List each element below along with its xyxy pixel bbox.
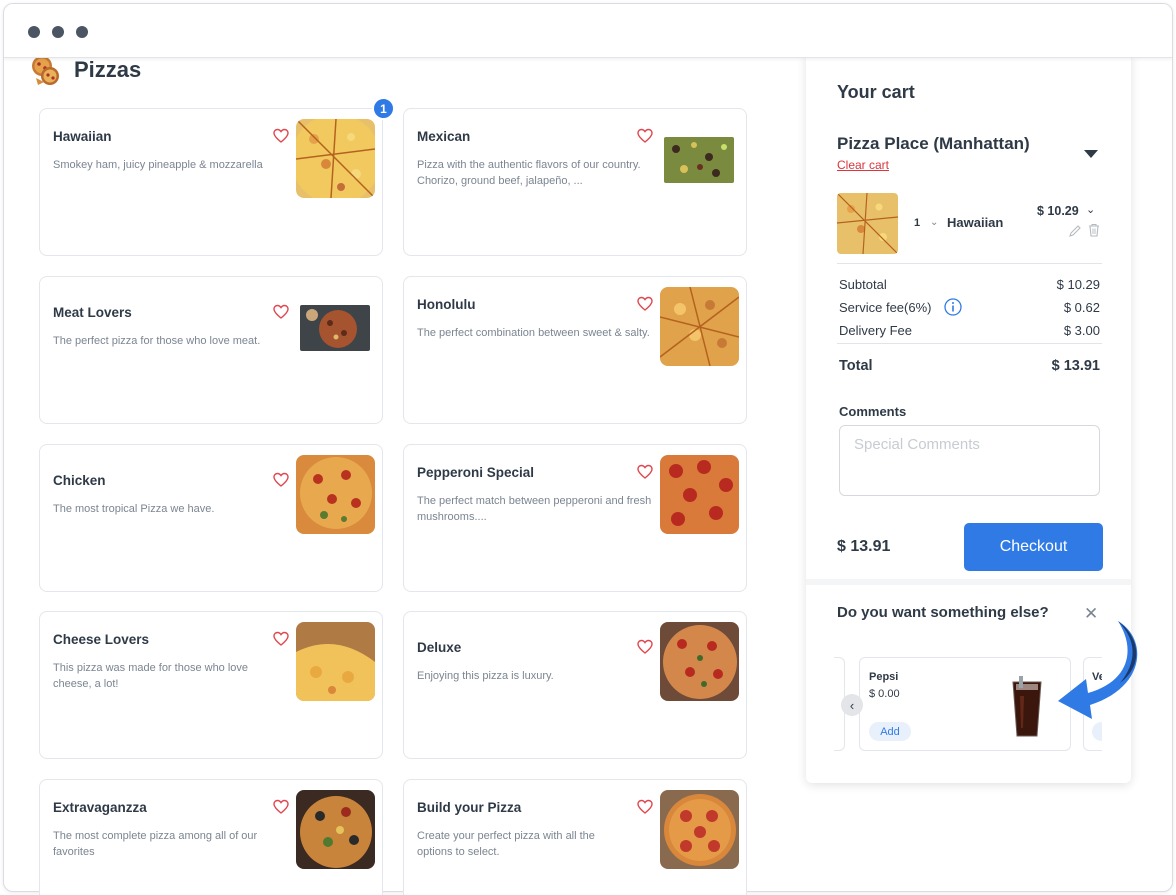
menu-item-description: This pizza was made for those who love c… xyxy=(53,662,249,690)
footer-total: $ 13.91 xyxy=(837,538,891,555)
section-separator xyxy=(806,579,1131,585)
menu-item-name: Extravaganzza xyxy=(53,800,147,815)
favorite-heart-icon[interactable] xyxy=(273,631,289,647)
cart-item-image xyxy=(837,193,898,254)
chevron-left-icon[interactable]: ‹ xyxy=(841,694,863,716)
total-value: $ 13.91 xyxy=(1051,358,1100,374)
favorite-heart-icon[interactable] xyxy=(637,799,653,815)
pizza-image xyxy=(300,305,370,351)
upsell-card-pepsi[interactable]: Pepsi $ 0.00 Add xyxy=(859,657,1071,751)
favorite-heart-icon[interactable] xyxy=(637,639,653,655)
add-button[interactable]: Add xyxy=(869,722,911,741)
subtotal-label: Subtotal xyxy=(839,277,887,292)
pizza-image xyxy=(296,790,375,869)
clear-cart-link[interactable]: Clear cart xyxy=(837,158,889,172)
menu-card-mexican[interactable]: Mexican Pizza with the authentic flavors… xyxy=(403,108,747,256)
upsell-title: Do you want something else? xyxy=(837,604,1049,621)
restaurant-name: Pizza Place (Manhattan) xyxy=(837,134,1030,153)
favorite-heart-icon[interactable] xyxy=(637,464,653,480)
menu-item-description: The perfect match between pepperoni and … xyxy=(417,495,652,523)
menu-item-description: The perfect pizza for those who love mea… xyxy=(53,335,261,347)
menu-item-description: Pizza with the authentic flavors of our … xyxy=(417,159,641,187)
soda-glass-image xyxy=(1012,676,1042,737)
total-label: Total xyxy=(839,358,873,374)
subtotal-value: $ 10.29 xyxy=(1056,277,1100,292)
menu-item-description: The perfect combination between sweet & … xyxy=(417,327,650,339)
window-control-dot[interactable] xyxy=(52,26,64,38)
menu-item-name: Chicken xyxy=(53,473,106,488)
favorite-heart-icon[interactable] xyxy=(273,128,289,144)
trash-icon[interactable] xyxy=(1088,223,1100,237)
menu-item-name: Mexican xyxy=(417,129,471,144)
menu-item-name: Build your Pizza xyxy=(417,800,522,815)
cart-title: Your cart xyxy=(837,82,915,102)
menu-item-name: Honolulu xyxy=(417,297,476,312)
favorite-heart-icon[interactable] xyxy=(637,128,653,144)
caret-down-icon[interactable] xyxy=(1084,150,1098,158)
pizza-image xyxy=(664,137,734,183)
favorite-heart-icon[interactable] xyxy=(273,799,289,815)
pizza-image xyxy=(296,622,375,701)
menu-card-pepperoni-special[interactable]: Pepperoni Special The perfect match betw… xyxy=(403,444,747,592)
upsell-item-price: $ 0.00 xyxy=(869,688,900,700)
menu-item-description: Create your perfect pizza with all the o… xyxy=(417,830,595,858)
window-titlebar xyxy=(4,4,1172,58)
upsell-item-name: Pepsi xyxy=(869,671,899,683)
menu-item-description: Enjoying this pizza is luxury. xyxy=(417,670,554,682)
pizza-image xyxy=(660,622,739,701)
pizza-image xyxy=(660,455,739,534)
menu-item-description: The most complete pizza among all of our… xyxy=(53,830,258,858)
cart-count-badge: 1 xyxy=(372,97,395,120)
window-control-dot[interactable] xyxy=(76,26,88,38)
delivery-fee-label: Delivery Fee xyxy=(839,323,912,338)
menu-item-description: Smokey ham, juicy pineapple & mozzarella xyxy=(53,159,263,171)
pizza-image xyxy=(660,287,739,366)
window-control-dot[interactable] xyxy=(28,26,40,38)
callout-arrow-icon xyxy=(1058,621,1138,719)
cart-item-price: $ 10.29 xyxy=(1037,204,1079,218)
cart-item-name: Hawaiian xyxy=(947,215,1004,230)
menu-card-deluxe[interactable]: Deluxe Enjoying this pizza is luxury. xyxy=(403,611,747,759)
menu-card-meat-lovers[interactable]: Meat Lovers The perfect pizza for those … xyxy=(39,276,383,424)
menu-item-description: The most tropical Pizza we have. xyxy=(53,503,215,515)
menu-card-extravaganzza[interactable]: Extravaganzza The most complete pizza am… xyxy=(39,779,383,895)
menu-item-name: Hawaiian xyxy=(53,129,112,144)
menu-card-honolulu[interactable]: Honolulu The perfect combination between… xyxy=(403,276,747,424)
comments-label: Comments xyxy=(839,404,907,419)
menu-card-build-your-pizza[interactable]: Build your Pizza Create your perfect piz… xyxy=(403,779,747,895)
menu-item-name: Cheese Lovers xyxy=(53,632,150,647)
service-fee-label: Service fee(6%) xyxy=(839,300,932,315)
pizza-image xyxy=(296,119,375,198)
chevron-down-icon[interactable]: ⌄ xyxy=(1086,203,1095,216)
menu-item-name: Meat Lovers xyxy=(53,305,132,320)
divider xyxy=(837,343,1102,344)
favorite-heart-icon[interactable] xyxy=(273,472,289,488)
menu-card-chicken[interactable]: Chicken The most tropical Pizza we have. xyxy=(39,444,383,592)
chevron-down-icon[interactable]: ⌄ xyxy=(930,217,938,228)
info-icon[interactable] xyxy=(944,298,962,316)
pizza-image xyxy=(660,790,739,869)
page-title: Pizzas xyxy=(74,57,142,82)
checkout-button[interactable]: Checkout xyxy=(964,523,1103,571)
special-comments-field[interactable] xyxy=(839,425,1100,496)
service-fee-value: $ 0.62 xyxy=(1063,300,1100,315)
menu-item-name: Pepperoni Special xyxy=(417,465,535,480)
pencil-icon[interactable] xyxy=(1068,224,1082,238)
divider xyxy=(837,263,1102,264)
pizza-image xyxy=(296,455,375,534)
delivery-fee-value: $ 3.00 xyxy=(1063,323,1100,338)
menu-card-cheese-lovers[interactable]: Cheese Lovers This pizza was made for th… xyxy=(39,611,383,759)
cart-item-quantity[interactable]: 1 xyxy=(914,217,920,229)
favorite-heart-icon[interactable] xyxy=(637,296,653,312)
menu-item-name: Deluxe xyxy=(417,640,462,655)
menu-card-hawaiian[interactable]: Hawaiian Smokey ham, juicy pineapple & m… xyxy=(39,108,383,256)
favorite-heart-icon[interactable] xyxy=(273,304,289,320)
